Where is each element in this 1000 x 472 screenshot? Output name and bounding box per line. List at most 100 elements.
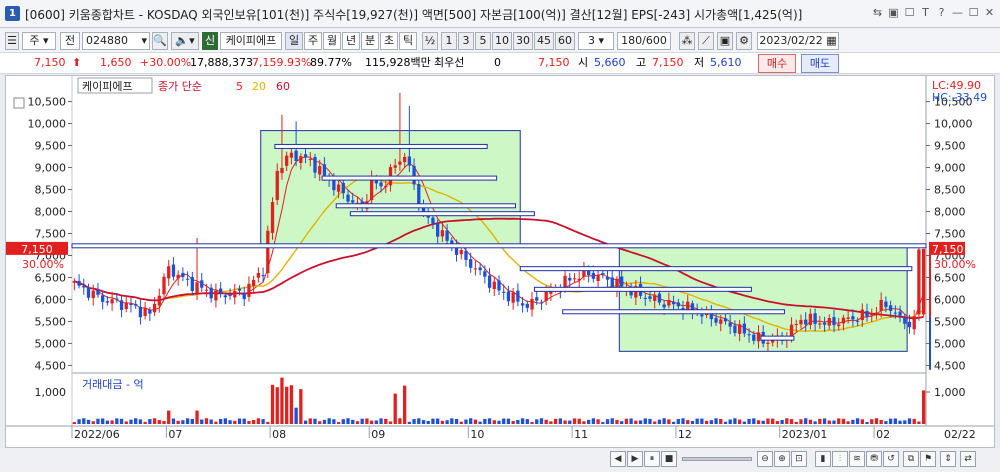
- candle-type-icon[interactable]: ▮: [815, 451, 831, 467]
- candle-body: [756, 332, 761, 342]
- volume-bar: [247, 421, 251, 424]
- market-select[interactable]: 주 ▾: [22, 32, 56, 50]
- calendar-icon: ▦: [826, 34, 837, 47]
- minute-tab-2[interactable]: 5: [475, 32, 491, 50]
- volume-bar: [690, 420, 695, 424]
- pause-icon[interactable]: ⏸: [644, 451, 660, 467]
- minute-tab-0[interactable]: 1: [441, 32, 457, 50]
- candle-body: [181, 272, 185, 277]
- menu-icon[interactable]: ☰: [5, 32, 19, 50]
- flag-icon[interactable]: ⚑: [920, 451, 936, 467]
- volume-bar: [261, 419, 265, 424]
- fraction-button[interactable]: ½: [422, 32, 438, 50]
- zoom-out-icon[interactable]: ⊖: [757, 451, 773, 467]
- period-tab-3[interactable]: 년: [342, 32, 360, 50]
- period-tab-2[interactable]: 월: [323, 32, 341, 50]
- volume-bar: [700, 418, 704, 424]
- volume-bar: [157, 420, 161, 424]
- stock-name[interactable]: 케이피에프: [220, 32, 282, 50]
- reset-icon[interactable]: ↺: [883, 451, 899, 467]
- grid-icon[interactable]: ⁂: [679, 32, 695, 50]
- fit-icon[interactable]: ⊡: [791, 451, 807, 467]
- minute-tab-3[interactable]: 10: [492, 32, 512, 50]
- resize-icon[interactable]: ⇕: [940, 451, 956, 467]
- new-button[interactable]: 신: [202, 32, 218, 50]
- volume-bar: [520, 418, 525, 424]
- minute-tab-1[interactable]: 3: [458, 32, 474, 50]
- sell-button[interactable]: 매도: [801, 54, 839, 73]
- buy-button[interactable]: 매수: [758, 54, 796, 73]
- period-tab-6[interactable]: 틱: [399, 32, 417, 50]
- y-tick-label-right: 7,500: [934, 227, 966, 240]
- volume-bar: [134, 418, 138, 424]
- zoom-in-icon[interactable]: ⊕: [774, 451, 790, 467]
- window-control-2[interactable]: ☐: [903, 5, 916, 21]
- candle-body: [228, 295, 232, 297]
- candle-body: [610, 277, 614, 288]
- window-control-4[interactable]: ?: [935, 5, 948, 21]
- volume-bar: [266, 421, 270, 424]
- y-tick-label-right: 6,000: [934, 293, 966, 306]
- volume-bar: [407, 421, 412, 424]
- volume-bar: [766, 418, 770, 424]
- settings-icon[interactable]: ⚙: [736, 32, 752, 50]
- candle-body: [124, 302, 128, 309]
- filter-icon[interactable]: ⛃: [866, 451, 882, 467]
- chart-type-icon[interactable]: ⫶: [832, 451, 848, 467]
- zoom-slider[interactable]: [682, 457, 752, 461]
- volume-bar: [742, 421, 746, 424]
- search-icon[interactable]: 🔍: [152, 32, 168, 50]
- volume-bar: [577, 418, 581, 424]
- line-tool-icon[interactable]: ⟋: [698, 32, 714, 50]
- window-control-6[interactable]: ☐: [967, 5, 980, 21]
- period-tab-4[interactable]: 분: [361, 32, 379, 50]
- high-price: 7,150: [652, 56, 684, 69]
- window-control-0[interactable]: ⇆: [871, 5, 884, 21]
- date-input[interactable]: 2023/02/22 ▦: [757, 32, 839, 50]
- price-chart[interactable]: 10,500 10,50010,000 10,0009,500 9,5009,000 9…: [6, 76, 994, 447]
- overlay-icon[interactable]: ⧉: [903, 451, 919, 467]
- volume-bar: [525, 419, 529, 424]
- period-tab-0[interactable]: 일: [285, 32, 303, 50]
- count-select[interactable]: 3 ▾: [578, 32, 614, 50]
- volume-bar: [516, 420, 520, 424]
- stock-code-input[interactable]: 024880 ▾: [82, 32, 150, 50]
- speaker-icon[interactable]: 🔈▾: [171, 32, 199, 50]
- link-icon[interactable]: ⇄: [960, 451, 976, 467]
- analysis-icon[interactable]: ≋: [849, 451, 865, 467]
- bars-view-input[interactable]: 180/600: [617, 32, 671, 50]
- turnover: 89.77%: [310, 56, 352, 69]
- volume-bar: [190, 418, 194, 424]
- period-tab-1[interactable]: 주: [304, 32, 322, 50]
- period-tab-5[interactable]: 초: [380, 32, 398, 50]
- minute-tab-6[interactable]: 60: [555, 32, 575, 50]
- stop-icon[interactable]: ■: [661, 451, 677, 467]
- window-control-7[interactable]: ✕: [983, 5, 996, 21]
- window-control-5[interactable]: —: [951, 5, 964, 21]
- scroll-right-icon[interactable]: ▶: [627, 451, 643, 467]
- volume-bar: [393, 393, 397, 424]
- level-line-2: [335, 203, 517, 209]
- candle-body: [572, 278, 577, 280]
- volume-bar: [539, 418, 544, 424]
- volume-bar: [459, 421, 463, 424]
- minute-tab-5[interactable]: 45: [534, 32, 554, 50]
- count-select-value: 3: [587, 34, 595, 47]
- candle-body: [313, 157, 317, 173]
- volume-bar: [723, 421, 728, 424]
- candle-body: [407, 156, 412, 166]
- save-icon[interactable]: ▣: [717, 32, 733, 50]
- candle-body: [483, 271, 487, 277]
- candle-body: [520, 303, 525, 306]
- candle-body: [285, 155, 289, 166]
- chart-area[interactable]: 10,500 10,500 10,000 10,000 9,500 9,500 9,000 9…: [5, 75, 995, 448]
- type-select[interactable]: 전: [60, 32, 80, 50]
- y-tick-label-left: 7,500: [35, 227, 67, 240]
- window-control-1[interactable]: ▣: [887, 5, 900, 21]
- scroll-left-icon[interactable]: ◀: [610, 451, 626, 467]
- volume-bar: [294, 407, 298, 424]
- minute-tab-4[interactable]: 30: [513, 32, 533, 50]
- window-control-3[interactable]: T: [919, 5, 932, 21]
- y-tick-label-right: 10,000: [934, 118, 973, 131]
- preferred-label: 최우선: [434, 56, 465, 69]
